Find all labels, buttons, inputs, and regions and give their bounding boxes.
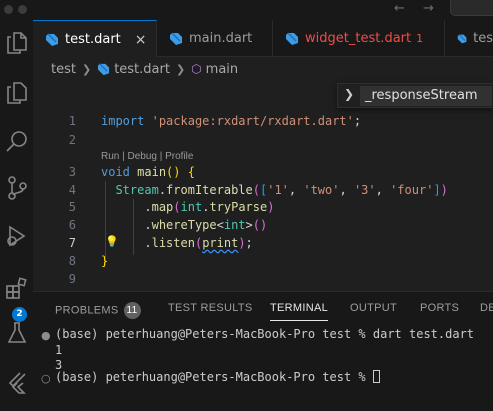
line-number: 3 (68, 165, 76, 179)
explorer-icon[interactable] (0, 32, 33, 54)
breadcrumb-symbol[interactable]: main (206, 62, 238, 77)
run-debug-icon[interactable] (0, 225, 33, 247)
line-number: 2 (68, 133, 76, 147)
terminal-cursor (372, 370, 380, 383)
breadcrumb-folder[interactable]: test (51, 62, 76, 77)
close-tab-icon[interactable]: × (135, 32, 147, 48)
breadcrumb-file[interactable]: test.dart (114, 62, 170, 77)
terminal-output: 1 (55, 343, 63, 357)
code-line-6: .whereType<int>() (144, 218, 268, 232)
panel-tab-problems[interactable]: PROBLEMS 11 (55, 302, 141, 319)
line-number: 6 (68, 218, 76, 232)
terminal-prompt[interactable]: (base) peterhuang@Peters-MacBook-Pro tes… (55, 370, 380, 384)
code-line-3: void main() { (101, 165, 195, 179)
active-tab-indicator (270, 320, 328, 321)
window-close-dot[interactable] (4, 5, 13, 14)
problems-count-badge: 11 (123, 302, 141, 319)
code-line-4: Stream.fromIterable(['1', 'two', '3', 'f… (115, 183, 448, 197)
dart-file-icon (457, 33, 467, 43)
outline-peek-widget[interactable]: ❯ _responseStream (337, 83, 493, 108)
activity-bar: 2 (0, 20, 33, 411)
panel-tab-output[interactable]: OUTPUT (350, 302, 397, 314)
title-bar: ← → (0, 0, 493, 20)
codelens-run-debug-profile[interactable]: Run | Debug | Profile (101, 151, 193, 162)
dart-file-icon (46, 32, 58, 46)
method-cube-icon: ⬡ (191, 62, 202, 76)
extensions-badge: 2 (12, 307, 27, 322)
panel-tab-terminal[interactable]: TERMINAL (270, 302, 328, 314)
code-line-8: } (101, 254, 109, 268)
editor-tab-bar: test.dart × main.dart widget_test.dart 1… (33, 20, 493, 58)
copy-files-icon[interactable] (0, 82, 33, 104)
chevron-right-icon[interactable]: ❯ (344, 87, 354, 101)
line-number: 8 (68, 254, 76, 268)
source-control-icon[interactable] (0, 176, 33, 200)
tab-overflow[interactable]: tes (445, 20, 493, 57)
command-decoration-pending-icon[interactable]: ○ (41, 372, 51, 385)
line-number-active: 7 (68, 236, 76, 250)
code-line-5: .map(int.tryParse) (144, 200, 275, 214)
breadcrumb: test ❯ test.dart ❯ ⬡ main (33, 57, 493, 81)
back-arrow-icon[interactable]: ← (394, 1, 405, 16)
search-icon[interactable] (0, 130, 33, 152)
tab-widget-test-dart[interactable]: widget_test.dart 1 (273, 20, 445, 57)
line-number: 5 (68, 200, 76, 214)
bottom-panel: PROBLEMS 11 TEST RESULTS TERMINAL OUTPUT … (33, 291, 493, 411)
extensions-icon[interactable] (0, 277, 33, 299)
forward-arrow-icon[interactable]: → (423, 1, 434, 16)
tab-test-dart[interactable]: test.dart × (33, 20, 157, 58)
testing-flask-icon[interactable] (0, 322, 33, 344)
line-number: 1 (68, 114, 76, 128)
dart-file-icon (286, 31, 298, 45)
tab-error-count: 1 (416, 32, 424, 45)
command-center[interactable] (450, 0, 493, 16)
panel-tab-test-results[interactable]: TEST RESULTS (168, 302, 253, 314)
window-minimize-dot[interactable] (18, 5, 27, 14)
panel-tab-debug-console[interactable]: DE (480, 302, 493, 314)
chevron-right-icon: ❯ (81, 62, 92, 76)
chevron-right-icon: ❯ (175, 62, 186, 76)
terminal-line: (base) peterhuang@Peters-MacBook-Pro tes… (55, 327, 475, 341)
line-number: 4 (68, 183, 76, 197)
line-number: 9 (68, 272, 76, 286)
outline-symbol-label[interactable]: _responseStream (360, 86, 492, 106)
code-line-7: .listen(print); (144, 236, 253, 250)
command-decoration-success-icon[interactable]: ● (41, 329, 51, 342)
flutter-icon[interactable] (0, 372, 33, 394)
dart-file-icon (170, 31, 182, 45)
dart-file-icon (98, 62, 110, 75)
panel-tab-ports[interactable]: PORTS (420, 302, 459, 314)
tab-main-dart[interactable]: main.dart (157, 20, 273, 57)
code-editor[interactable]: 1 2 3 4 5 6 7 8 9 import 'package:rxdart… (33, 81, 493, 291)
code-line-1: import 'package:rxdart/rxdart.dart'; (101, 114, 362, 128)
